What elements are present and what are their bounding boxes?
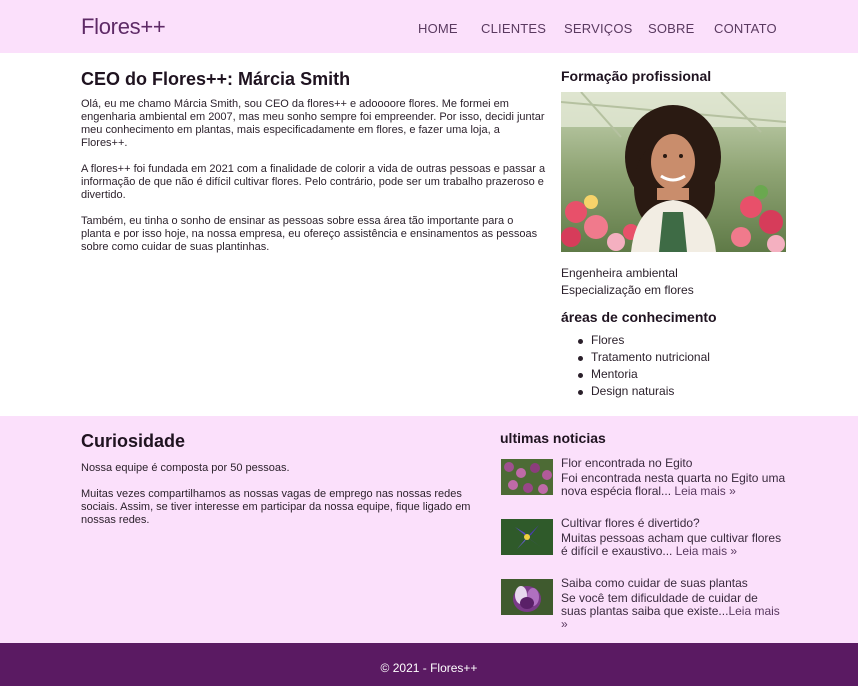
areas-list: Flores Tratamento nutricional Mentoria D… xyxy=(561,333,710,401)
news-item[interactable]: Saiba como cuidar de suas plantas Se voc… xyxy=(500,576,790,631)
curiosity-paragraph: Muitas vezes compartilhamos as nossas va… xyxy=(81,488,471,526)
nav-sobre[interactable]: SOBRE xyxy=(648,21,695,36)
main-nav: HOME CLIENTES SERVIÇOS SOBRE CONTATO xyxy=(0,21,858,37)
ceo-photo xyxy=(561,92,786,252)
news-thumbnail[interactable] xyxy=(501,519,553,555)
nav-servicos[interactable]: SERVIÇOS xyxy=(564,21,633,36)
news-headline[interactable]: Flor encontrada no Egito xyxy=(561,456,692,470)
nav-contato[interactable]: CONTATO xyxy=(714,21,777,36)
sidebar-title: Formação profissional xyxy=(561,68,712,84)
bio-paragraph: Também, eu tinha o sonho de ensinar as p… xyxy=(81,215,538,253)
news-thumbnail[interactable] xyxy=(501,459,553,495)
page-title: CEO do Flores++: Márcia Smith xyxy=(81,69,351,89)
read-more-link[interactable]: Leia mais » xyxy=(674,484,735,498)
copyright-text: © 2021 - Flores++ xyxy=(380,661,478,675)
news-item[interactable]: Flor encontrada no Egito Foi encontrada … xyxy=(500,456,790,499)
news-headline[interactable]: Cultivar flores é divertido? xyxy=(561,516,700,530)
news-thumbnail[interactable] xyxy=(501,579,553,615)
list-item: Tratamento nutricional xyxy=(561,350,710,367)
nav-clientes[interactable]: CLIENTES xyxy=(481,21,546,36)
nav-home[interactable]: HOME xyxy=(418,21,458,36)
info-band: Curiosidade Nossa equipe é composta por … xyxy=(0,416,858,643)
news-summary: Se você tem dificuldade de cuidar de sua… xyxy=(561,592,786,631)
site-header: Flores++ HOME CLIENTES SERVIÇOS SOBRE CO… xyxy=(0,0,858,53)
list-item: Design naturais xyxy=(561,384,710,401)
news-summary: Muitas pessoas acham que cultivar flores… xyxy=(561,532,786,558)
curiosity-text: Nossa equipe é composta por 50 pessoas. … xyxy=(81,462,481,540)
curiosity-paragraph: Nossa equipe é composta por 50 pessoas. xyxy=(81,462,290,474)
curiosity-title: Curiosidade xyxy=(81,431,186,451)
education-item: Engenheira ambiental xyxy=(561,266,678,280)
areas-title: áreas de conhecimento xyxy=(561,309,717,325)
bio-paragraph: A flores++ foi fundada em 2021 com a fin… xyxy=(81,163,546,201)
news-summary-text: Muitas pessoas acham que cultivar flores… xyxy=(561,531,782,558)
news-item[interactable]: Cultivar flores é divertido? Muitas pess… xyxy=(500,516,790,559)
list-item: Flores xyxy=(561,333,710,350)
news-headline[interactable]: Saiba como cuidar de suas plantas xyxy=(561,576,748,590)
site-footer: © 2021 - Flores++ xyxy=(0,643,858,686)
news-title: ultimas noticias xyxy=(500,430,606,446)
bio-paragraph: Olá, eu me chamo Márcia Smith, sou CEO d… xyxy=(81,98,545,149)
education-item: Especialização em flores xyxy=(561,283,694,297)
news-summary: Foi encontrada nesta quarta no Egito uma… xyxy=(561,472,786,498)
main-content: CEO do Flores++: Márcia Smith Olá, eu me… xyxy=(0,53,858,416)
ceo-bio: Olá, eu me chamo Márcia Smith, sou CEO d… xyxy=(81,98,546,267)
list-item: Mentoria xyxy=(561,367,710,384)
read-more-link[interactable]: Leia mais » xyxy=(676,544,737,558)
